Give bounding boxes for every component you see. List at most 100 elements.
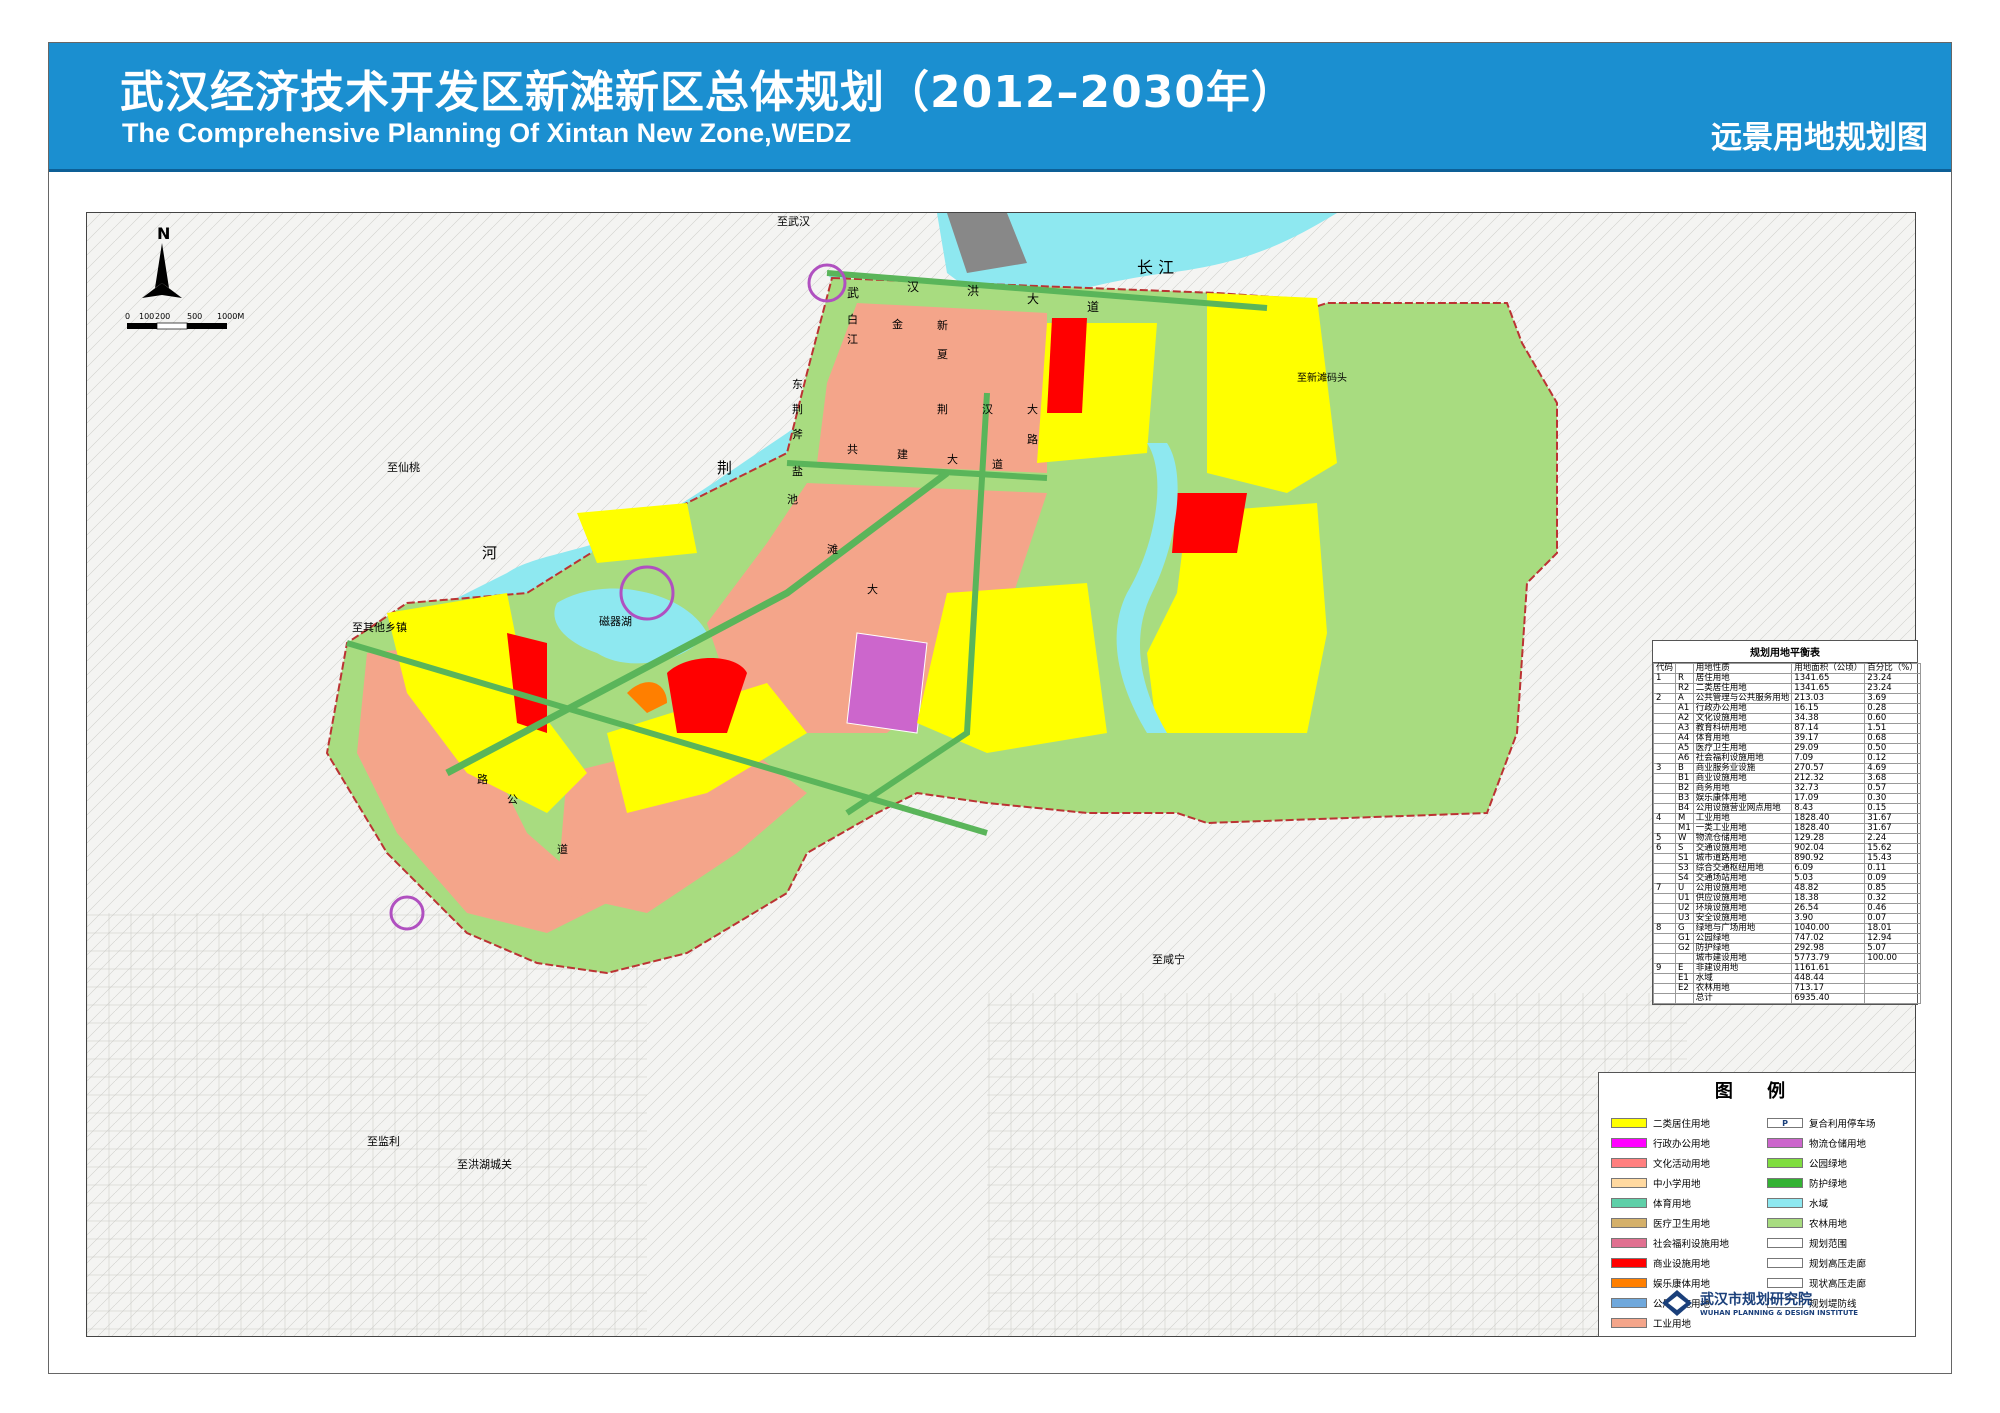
table-cell: M1 <box>1675 823 1694 834</box>
table-cell <box>1652 853 1677 864</box>
table-cell: 商业设施用地 <box>1692 773 1793 784</box>
table-row: S3 综合交通枢纽用地 6.09 0.11 <box>1652 863 1921 874</box>
land-use-balance-table: 规划用地平衡表 代码 用地性质 用地面积（公顷） 百分比（%） 1 R 居住用地 13… <box>1652 640 1921 1005</box>
header-code: 代码 <box>1652 663 1677 674</box>
table-cell <box>1652 723 1677 734</box>
institute-name-cn: 武汉市规划研究院 <box>1700 1292 1812 1308</box>
legend-item: 商业设施用地 <box>1611 1257 1710 1270</box>
table-row: U3 安全设施用地 3.90 0.07 <box>1652 913 1921 924</box>
table-row: 3 B 商业服务业设施 270.57 4.69 <box>1652 763 1921 774</box>
legend-swatch <box>1611 1198 1647 1208</box>
table-cell <box>1652 743 1677 754</box>
table-cell: 0.32 <box>1864 893 1921 904</box>
table-cell: 1040.00 <box>1791 923 1866 934</box>
table-cell: B4 <box>1675 803 1694 814</box>
table-cell: 医疗卫生用地 <box>1692 743 1793 754</box>
table-cell <box>1864 963 1921 974</box>
table-cell: R <box>1675 673 1694 684</box>
table-cell <box>1652 973 1677 984</box>
table-cell: S1 <box>1675 853 1694 864</box>
label-to-xiantao: 至仙桃 <box>387 460 420 474</box>
table-cell <box>1652 823 1677 834</box>
table-cell: E <box>1675 963 1694 974</box>
table-cell: 文化设施用地 <box>1692 713 1793 724</box>
table-row: A6 社会福利设施用地 7.09 0.12 <box>1652 753 1921 764</box>
table-cell: 32.73 <box>1791 783 1866 794</box>
road-char-d1: 荆 <box>937 403 948 416</box>
table-cell: 8.43 <box>1791 803 1866 814</box>
table-cell: 0.30 <box>1864 793 1921 804</box>
road-char-g3: 道 <box>557 842 568 856</box>
road-char-a1: 武 <box>847 286 859 300</box>
table-cell: 747.02 <box>1791 933 1866 944</box>
table-cell <box>1652 953 1677 964</box>
table-cell: 6.09 <box>1791 863 1866 874</box>
table-cell: 安全设施用地 <box>1692 913 1793 924</box>
road-char-d2: 汉 <box>982 403 993 416</box>
table-cell: 15.43 <box>1864 853 1921 864</box>
table-cell: A3 <box>1675 723 1694 734</box>
table-cell: 环境设施用地 <box>1692 903 1793 914</box>
table-cell: 公用设施营业网点用地 <box>1692 803 1793 814</box>
table-cell <box>1652 783 1677 794</box>
table-cell: S4 <box>1675 873 1694 884</box>
table-cell: 890.92 <box>1791 853 1866 864</box>
table-cell: 4 <box>1652 813 1677 824</box>
table-cell: 23.24 <box>1864 683 1921 694</box>
table-cell: B <box>1675 763 1694 774</box>
legend-item: 物流仓储用地 <box>1767 1137 1866 1150</box>
table-cell: 15.62 <box>1864 843 1921 854</box>
legend-swatch <box>1767 1138 1803 1148</box>
table-cell <box>1864 993 1921 1004</box>
header-type: 用地性质 <box>1692 663 1793 674</box>
table-cell: B3 <box>1675 793 1694 804</box>
table-cell: G2 <box>1675 943 1694 954</box>
legend-swatch <box>1767 1198 1803 1208</box>
legend-item: 文化活动用地 <box>1611 1157 1710 1170</box>
legend-label: 农林用地 <box>1809 1219 1848 1230</box>
table-row: 1 R 居住用地 1341.65 23.24 <box>1652 673 1921 684</box>
legend-label: 二类居住用地 <box>1653 1119 1711 1130</box>
table-cell: E1 <box>1675 973 1694 984</box>
table-cell: 供应设施用地 <box>1692 893 1793 904</box>
table-cell: 商业服务业设施 <box>1692 763 1793 774</box>
table-cell: 物流仓储用地 <box>1692 833 1793 844</box>
legend-item: 水域 <box>1767 1197 1829 1210</box>
road-char-d4: 路 <box>1027 433 1038 446</box>
table-cell <box>1652 943 1677 954</box>
table-row: B1 商业设施用地 212.32 3.68 <box>1652 773 1921 784</box>
institute-name-en: WUHAN PLANNING & DESIGN INSTITUTE <box>1700 1309 1859 1317</box>
legend-item: 二类居住用地 <box>1611 1117 1711 1130</box>
table-cell: 交通设施用地 <box>1692 843 1793 854</box>
legend-label: 水域 <box>1809 1199 1829 1210</box>
table-cell: M <box>1675 813 1694 824</box>
table-cell: 5.07 <box>1864 943 1921 954</box>
scale-label-200: 200 <box>155 312 170 321</box>
table-cell <box>1652 803 1677 814</box>
legend-item: 行政办公用地 <box>1611 1137 1710 1150</box>
table-cell: S3 <box>1675 863 1694 874</box>
table-cell: B2 <box>1675 783 1694 794</box>
table-cell: 34.38 <box>1791 713 1866 724</box>
label-to-jianli: 至监利 <box>367 1135 400 1148</box>
scale-label-500: 500 <box>187 312 202 321</box>
legend-swatch <box>1611 1318 1647 1328</box>
road-char-c3: 大 <box>947 452 958 466</box>
table-cell: 48.82 <box>1791 883 1866 894</box>
table-cell: 0.85 <box>1864 883 1921 894</box>
table-cell: R2 <box>1675 683 1694 694</box>
table-cell: 公用设施用地 <box>1692 883 1793 894</box>
residential-center-east <box>917 583 1107 753</box>
road-char-b3: 金 <box>892 317 903 331</box>
north-label: N <box>157 224 170 243</box>
table-row: U2 环境设施用地 26.54 0.46 <box>1652 903 1921 914</box>
table-cell: W <box>1675 833 1694 844</box>
legend-swatch <box>1611 1238 1647 1248</box>
table-cell <box>1652 913 1677 924</box>
road-char-d3: 大 <box>1027 402 1038 416</box>
legend-label: 公园绿地 <box>1809 1159 1848 1170</box>
table-cell: A5 <box>1675 743 1694 754</box>
table-row: B3 娱乐康体用地 17.09 0.30 <box>1652 793 1921 804</box>
table-cell: 1341.65 <box>1791 673 1866 684</box>
legend-label: 复合利用停车场 <box>1809 1119 1876 1130</box>
